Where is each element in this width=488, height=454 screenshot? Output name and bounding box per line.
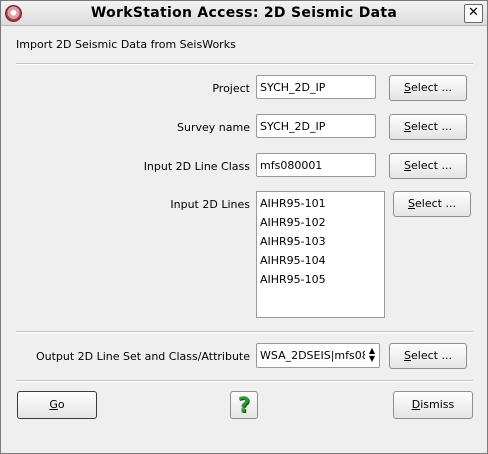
go-button[interactable]: Go [17, 391, 97, 419]
dismiss-button[interactable]: Dismiss [393, 391, 473, 419]
project-label: Project [212, 82, 250, 95]
list-item[interactable]: AIHR95-101 [257, 194, 384, 213]
project-select-button[interactable]: Select ... [389, 75, 467, 101]
list-item[interactable]: AIHR95-104 [257, 251, 384, 270]
output-combobox-value: WSA_2DSEIS|mfs080001 [260, 349, 365, 362]
lines-select-button[interactable]: Select ... [393, 191, 471, 217]
survey-select-button[interactable]: Select ... [389, 114, 467, 140]
help-button[interactable]: ? [230, 391, 258, 419]
list-item[interactable]: AIHR95-105 [257, 270, 384, 289]
help-icon: ? [237, 393, 251, 417]
survey-field[interactable] [256, 114, 376, 138]
line-class-label: Input 2D Line Class [143, 160, 250, 173]
list-item[interactable]: AIHR95-103 [257, 232, 384, 251]
line-class-select-button[interactable]: Select ... [389, 153, 467, 179]
lines-listbox[interactable]: AIHR95-101 AIHR95-102 AIHR95-103 AIHR95-… [256, 191, 385, 318]
lines-label: Input 2D Lines [170, 198, 250, 211]
separator-top [16, 63, 473, 65]
dialog-window: WorkStation Access: 2D Seismic Data ✕ Im… [0, 0, 488, 454]
separator-middle [16, 331, 473, 333]
output-select-button[interactable]: Select ... [389, 343, 467, 369]
output-combobox[interactable]: WSA_2DSEIS|mfs080001 ▲▼ [256, 343, 380, 368]
intro-text: Import 2D Seismic Data from SeisWorks [16, 38, 236, 51]
output-label: Output 2D Line Set and Class/Attribute [35, 350, 250, 363]
list-item[interactable]: AIHR95-102 [257, 213, 384, 232]
spinner-arrows-icon[interactable]: ▲ ▼ [367, 347, 377, 364]
close-icon[interactable]: ✕ [464, 4, 483, 23]
survey-label: Survey name [177, 121, 250, 134]
line-class-field[interactable] [256, 153, 376, 177]
window-title: WorkStation Access: 2D Seismic Data [90, 5, 398, 21]
separator-bottom [16, 380, 473, 382]
title-bar[interactable]: WorkStation Access: 2D Seismic Data ✕ [1, 1, 487, 26]
project-field[interactable] [256, 75, 376, 99]
